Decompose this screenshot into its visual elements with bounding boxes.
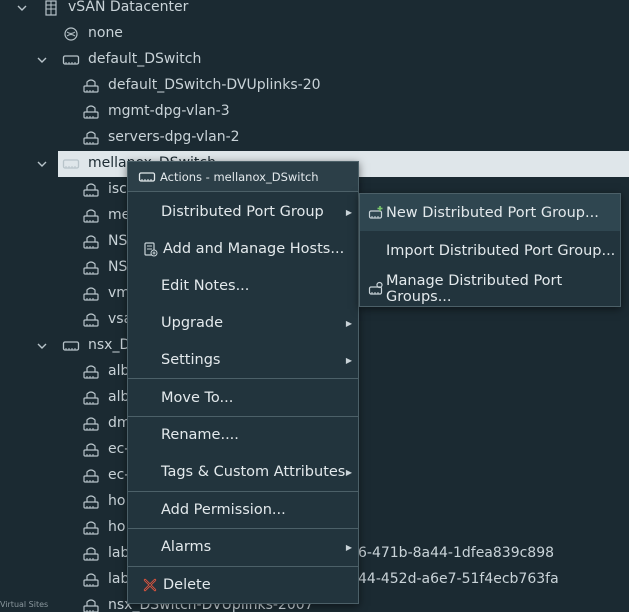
menu-item-distributed-port-group[interactable]: Distributed Port Group ▶ (128, 194, 358, 230)
menu-item-edit-notes[interactable]: Edit Notes... (128, 268, 358, 304)
portgroup-icon (82, 103, 100, 121)
tree-item-label: vSAN Datacenter (68, 0, 189, 15)
caret-right-icon: ▶ (345, 467, 352, 477)
dvuplinks-20-row[interactable]: default_DSwitch-DVUplinks-20 (0, 73, 629, 99)
portgroup-icon (82, 363, 100, 381)
menu-item-label: Add and Manage Hosts... (163, 241, 345, 257)
tree-item-label: NS (108, 259, 128, 275)
tree-item-label: servers-dpg-vlan-2 (108, 129, 240, 145)
chevron-down-icon[interactable] (35, 339, 49, 353)
switch-icon (138, 168, 156, 186)
chevron-down-icon[interactable] (35, 53, 49, 67)
menu-item-label: Upgrade (161, 315, 223, 331)
menu-item-label: Alarms (161, 539, 212, 555)
portgroup-icon (82, 259, 100, 277)
none-row[interactable]: none (0, 21, 629, 47)
tree-item-label: ho (108, 519, 126, 535)
portgroup-icon (82, 311, 100, 329)
menu-item-delete[interactable]: Delete (128, 567, 358, 603)
portgroup-icon (82, 415, 100, 433)
tree-item-label: mgmt-dpg-vlan-3 (108, 103, 230, 119)
delete-icon (142, 577, 158, 593)
portgroup-icon (82, 389, 100, 407)
switch-icon (62, 337, 80, 355)
portgroup-icon (82, 545, 100, 563)
portgroup-icon (82, 233, 100, 251)
portgroup-icon (82, 441, 100, 459)
menu-item-add-manage-hosts[interactable]: Add and Manage Hosts... (128, 231, 358, 267)
tree-item-label: NS (108, 233, 128, 249)
caret-right-icon: ▶ (345, 355, 352, 365)
overflow-label-1: 6-471b-8a44-1dfea839c898 (358, 545, 555, 561)
portgroup-icon (82, 493, 100, 511)
menu-item-add-permission[interactable]: Add Permission... (128, 492, 358, 528)
menu-divider (128, 378, 358, 379)
submenu-item-manage-port-groups[interactable]: Manage Distributed Port Groups... (360, 270, 620, 307)
tree-item-label: ho (108, 493, 126, 509)
menu-item-move-to[interactable]: Move To... (128, 380, 358, 416)
menu-item-label: Delete (163, 577, 211, 593)
submenu-item-import-port-group[interactable]: Import Distributed Port Group... (360, 232, 620, 269)
new-portgroup-icon (368, 205, 384, 221)
submenu-item-label: Manage Distributed Port Groups... (386, 272, 563, 305)
tree-item-label: default_DSwitch (88, 51, 202, 67)
globe-network-icon (62, 25, 80, 43)
menu-item-upgrade[interactable]: Upgrade ▶ (128, 305, 358, 341)
tree-item-label: isc (108, 181, 127, 197)
caret-right-icon: ▶ (345, 318, 352, 328)
portgroup-icon (82, 571, 100, 589)
servers-dpg-row[interactable]: servers-dpg-vlan-2 (0, 125, 629, 151)
vsan-datacenter-row[interactable]: vSAN Datacenter (0, 0, 629, 21)
add-hosts-icon (142, 241, 158, 257)
menu-item-label: Move To... (161, 390, 234, 406)
caret-right-icon: ▶ (345, 542, 352, 552)
submenu-item-label: New Distributed Port Group... (386, 204, 599, 221)
menu-item-settings[interactable]: Settings ▶ (128, 342, 358, 378)
switch-icon (62, 51, 80, 69)
status-text: Virtual Sites (0, 600, 49, 609)
tree-item-label: nsx_D (88, 337, 131, 353)
portgroup-icon (82, 207, 100, 225)
menu-item-label: Rename.... (161, 427, 239, 443)
menu-item-tags-custom-attributes[interactable]: Tags & Custom Attributes ▶ (128, 454, 358, 490)
switch-icon (62, 155, 80, 173)
submenu-item-new-port-group[interactable]: New Distributed Port Group... (360, 194, 620, 231)
default-dswitch-row[interactable]: default_DSwitch (0, 47, 629, 73)
tree-item-label: default_DSwitch-DVUplinks-20 (108, 77, 321, 93)
caret-right-icon: ▶ (345, 207, 352, 217)
submenu-item-label: Import Distributed Port Group... (386, 242, 616, 259)
datacenter-icon (42, 0, 60, 17)
portgroup-icon (82, 467, 100, 485)
menu-item-alarms[interactable]: Alarms ▶ (128, 529, 358, 565)
mgmt-dpg-row[interactable]: mgmt-dpg-vlan-3 (0, 99, 629, 125)
menu-item-label: Distributed Port Group (161, 204, 324, 220)
portgroup-icon (82, 77, 100, 95)
portgroup-icon (82, 181, 100, 199)
context-menu-header: Actions - mellanox_DSwitch (128, 162, 358, 192)
port-group-submenu: New Distributed Port Group... Import Dis… (359, 193, 621, 307)
portgroup-icon (82, 597, 100, 612)
menu-item-rename[interactable]: Rename.... (128, 417, 358, 453)
portgroup-icon (82, 285, 100, 303)
portgroup-icon (82, 519, 100, 537)
menu-item-label: Add Permission... (161, 502, 286, 518)
portgroup-icon (82, 129, 100, 147)
menu-item-label: Settings (161, 352, 221, 368)
chevron-down-icon[interactable] (35, 157, 49, 171)
overflow-label-2: 44-452d-a6e7-51f4ecb763fa (358, 571, 559, 587)
context-menu-title: Actions - mellanox_DSwitch (160, 170, 319, 184)
tree-item-label: none (88, 25, 123, 41)
menu-item-label: Edit Notes... (161, 278, 250, 294)
manage-portgroup-icon (368, 281, 384, 297)
menu-item-label: Tags & Custom Attributes (161, 464, 346, 480)
chevron-down-icon[interactable] (15, 1, 29, 15)
context-menu: Actions - mellanox_DSwitch Distributed P… (127, 161, 359, 604)
